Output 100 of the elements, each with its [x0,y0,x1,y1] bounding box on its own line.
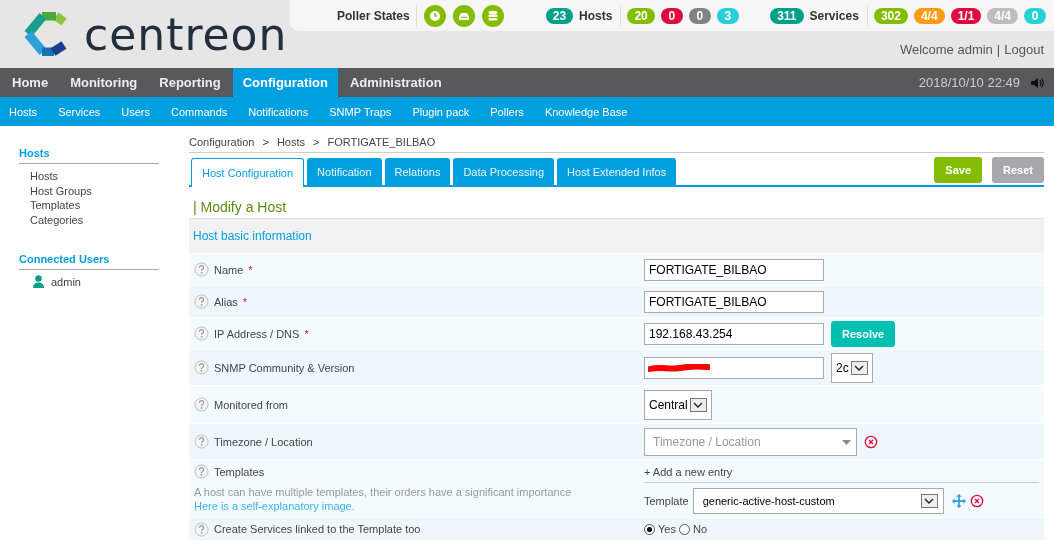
subnav-link[interactable]: Plugin pack [412,105,470,118]
help-icon[interactable] [194,397,209,412]
logo-text: centreon [84,8,288,60]
help-icon[interactable] [194,434,209,449]
count-badge[interactable]: 4/4 [987,7,1018,24]
radio-button[interactable] [644,523,655,535]
user-name: admin [51,275,81,288]
help-icon[interactable] [194,464,209,479]
caret-icon [920,494,938,508]
required-mark: * [248,263,253,276]
field-label: Monitored from [214,398,288,411]
form-tab[interactable]: Host Extended Infos [557,158,677,185]
breadcrumb-link[interactable]: Configuration [189,136,255,148]
move-icon[interactable] [951,494,966,508]
speaker-icon[interactable] [1030,75,1044,90]
status-label: Services [809,4,868,27]
sidebar-title: Connected Users [19,253,159,270]
required-mark: * [242,295,248,308]
field-label: Alias [214,295,238,308]
clock-icon[interactable] [423,4,446,27]
subnav-link[interactable]: Notifications [248,105,309,118]
nav-tab[interactable]: Home [2,68,59,97]
breadcrumb-separator: > [262,136,269,148]
form-tab[interactable]: Host Configuration [191,158,305,187]
subnav-link[interactable]: Commands [171,105,228,118]
community-field[interactable] [644,356,824,379]
count-badge[interactable]: 3 [716,7,739,24]
logout-link[interactable]: Logout [1004,42,1044,57]
resolve-button[interactable]: Resolve [831,320,896,347]
status-label: Hosts [579,4,622,27]
count-badge[interactable]: 302 [873,7,908,24]
user-icon [33,275,44,288]
tray-icon[interactable] [452,4,475,27]
template-select[interactable]: generic-active-host-custom [692,488,944,514]
nav-tab[interactable]: Administration [339,68,452,97]
text-field[interactable]: 192.168.43.254 [644,322,824,345]
breadcrumb-link[interactable]: Hosts [276,136,305,148]
poller-states-label: Poller States [337,4,417,27]
version-select[interactable]: 2c [831,352,873,383]
text-field[interactable]: FORTIGATE_BILBAO [644,290,824,313]
text-field[interactable]: FORTIGATE_BILBAO [644,258,824,281]
subnav-link[interactable]: Pollers [490,105,524,118]
subnav-link[interactable]: Services [58,105,101,118]
breadcrumb-link[interactable]: FORTIGATE_BILBAO [327,136,436,148]
poller-select[interactable]: Central [644,389,712,420]
section-title: Host basic information [193,229,312,243]
count-badge[interactable]: 0 [660,7,683,24]
database-icon[interactable] [481,4,504,27]
field-label: SNMP Community & Version [214,361,355,374]
subnav-link[interactable]: Users [121,105,151,118]
radio-label[interactable]: Yes [658,523,676,535]
welcome-text: Welcome admin [899,42,993,57]
remove-icon[interactable] [864,434,878,449]
caret-icon [850,360,868,375]
image-link[interactable]: Here is a self-explanatory image. [189,500,644,512]
count-badge[interactable]: 0 [1024,7,1046,24]
subnav-link[interactable]: Knowledge Base [544,105,628,118]
sidebar-link[interactable]: Templates [19,198,189,213]
count-badge[interactable]: 20 [627,7,655,24]
radio-button[interactable] [678,523,690,535]
help-icon[interactable] [194,294,209,309]
help-icon[interactable] [194,262,209,277]
nav-tab[interactable]: Monitoring [60,68,148,97]
subnav-link[interactable]: Hosts [9,105,38,118]
count-badge[interactable]: 0 [688,7,711,24]
save-button[interactable]: Save [934,157,983,183]
sidebar-link[interactable]: Hosts [19,169,189,184]
radio-label[interactable]: No [692,523,707,535]
count-badge[interactable]: 311 [770,7,804,24]
count-badge[interactable]: 23 [545,7,574,24]
clock-text: 2018/10/10 22:49 [918,75,1020,90]
help-icon[interactable] [194,360,209,375]
form-tab[interactable]: Data Processing [453,158,555,185]
field-label: Create Services linked to the Template too [214,523,421,535]
reset-button[interactable]: Reset [992,157,1044,183]
page-title: | Modify a Host [193,199,288,215]
add-entry-link[interactable]: + Add a new entry [644,464,1039,483]
nav-tab[interactable]: Reporting [149,68,231,97]
sidebar-link[interactable]: Categories [19,212,189,227]
help-text: A host can have multiple templates, their orders have a significant importance [193,486,573,498]
field-label: Name [214,263,244,276]
dropdown-icon [842,439,851,445]
timezone-select[interactable]: Timezone / Location [644,427,857,456]
count-badge[interactable]: 4/4 [913,7,945,24]
template-label: Template [644,495,689,507]
form-tab[interactable]: Notification [307,158,382,185]
form-tab[interactable]: Relations [384,158,451,185]
sidebar-title: Hosts [19,147,159,164]
subnav-link[interactable]: SNMP Traps [329,105,392,118]
count-badge[interactable]: 1/1 [950,7,982,24]
help-icon[interactable] [194,326,209,341]
breadcrumb-separator: > [313,136,320,148]
caret-icon [689,397,707,412]
help-icon[interactable] [194,521,209,537]
required-mark: * [304,327,309,340]
field-label: Timezone / Location [214,435,313,448]
remove-icon[interactable] [969,494,984,508]
sidebar-link[interactable]: Host Groups [19,183,189,198]
separator-text: | [996,42,1001,57]
nav-tab[interactable]: Configuration [232,68,338,97]
